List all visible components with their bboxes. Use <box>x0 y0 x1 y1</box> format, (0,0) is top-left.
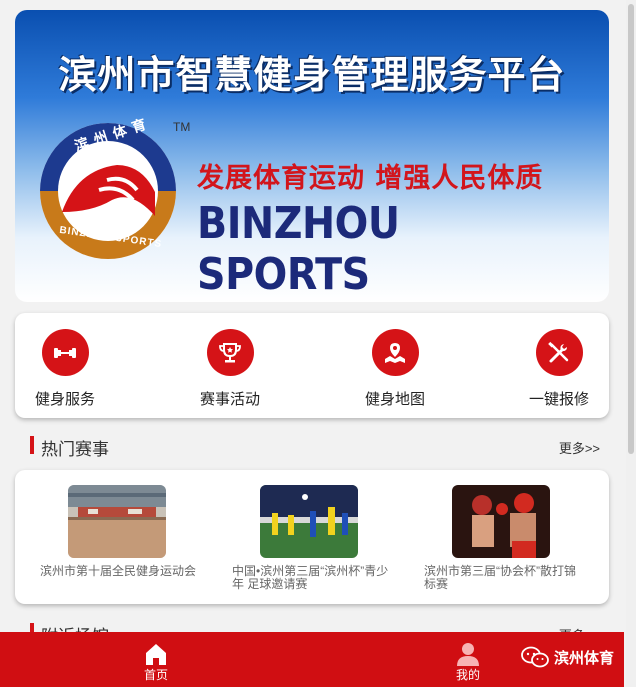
tab-home[interactable]: 首页 <box>121 640 191 683</box>
dumbbell-icon <box>41 329 89 376</box>
quick-menu: 健身服务 赛事活动 健身地图 一键报修 <box>15 313 609 418</box>
banner[interactable]: 滨州市智慧健身管理服务平台 滨州体育 BINZHOU SPORTS TM 发展体… <box>15 10 609 302</box>
quick-item-fitness-service[interactable]: 健身服务 <box>10 329 120 409</box>
event-card[interactable]: 滨州市第十届全民健身运动会 <box>40 485 200 578</box>
quick-item-fitness-map[interactable]: 健身地图 <box>340 329 450 409</box>
home-icon <box>121 640 191 666</box>
bottom-tab-bar: 首页 我的 滨州体育 <box>0 632 624 687</box>
more-link[interactable]: 更多>> <box>559 438 600 457</box>
event-thumbnail <box>260 485 358 558</box>
banner-slogan: 发展体育运动 增强人民体质 <box>197 163 544 194</box>
tools-icon <box>535 329 583 376</box>
event-caption: 中国•滨州第三届“滨州杯”青少年 足球邀请赛 <box>232 564 389 591</box>
scrollbar-thumb[interactable] <box>628 4 634 454</box>
tab-mine[interactable]: 我的 <box>433 640 503 683</box>
section-title: 热门赛事 <box>41 440 109 459</box>
wechat-icon <box>521 646 549 668</box>
quick-item-label: 赛事活动 <box>199 391 260 408</box>
event-card[interactable]: 滨州市第三届“协会杯”散打锦标赛 <box>424 485 584 591</box>
wechat-account-name: 滨州体育 <box>553 649 614 667</box>
quick-item-label: 一键报修 <box>528 391 589 408</box>
user-icon <box>433 640 503 666</box>
quick-item-repair[interactable]: 一键报修 <box>504 329 614 409</box>
event-card[interactable]: 中国•滨州第三届“滨州杯”青少年 足球邀请赛 <box>232 485 392 591</box>
event-caption: 滨州市第三届“协会杯”散打锦标赛 <box>424 564 576 591</box>
event-thumbnail <box>452 485 550 558</box>
event-caption: 滨州市第十届全民健身运动会 <box>40 564 197 578</box>
tab-label: 我的 <box>455 668 480 682</box>
map-icon <box>371 329 419 376</box>
section-marker <box>30 436 34 454</box>
event-thumbnail <box>68 485 166 558</box>
trademark: TM <box>173 120 191 134</box>
quick-item-label: 健身服务 <box>34 391 95 408</box>
tab-label: 首页 <box>143 668 168 682</box>
trophy-icon <box>206 329 254 376</box>
hot-events-list: 滨州市第十届全民健身运动会 中国•滨州第三届“滨州杯”青少年 足球邀请赛 滨州市… <box>15 470 609 604</box>
banner-title: 滨州市智慧健身管理服务平台 <box>58 53 566 97</box>
quick-item-events[interactable]: 赛事活动 <box>175 329 285 409</box>
wechat-watermark: 滨州体育 <box>521 646 614 668</box>
hot-events-header: 热门赛事 更多>> <box>30 435 600 459</box>
scrollbar[interactable] <box>626 0 636 687</box>
banner-english-title: BINZHOU SPORTS <box>197 198 400 300</box>
quick-item-label: 健身地图 <box>364 391 425 408</box>
